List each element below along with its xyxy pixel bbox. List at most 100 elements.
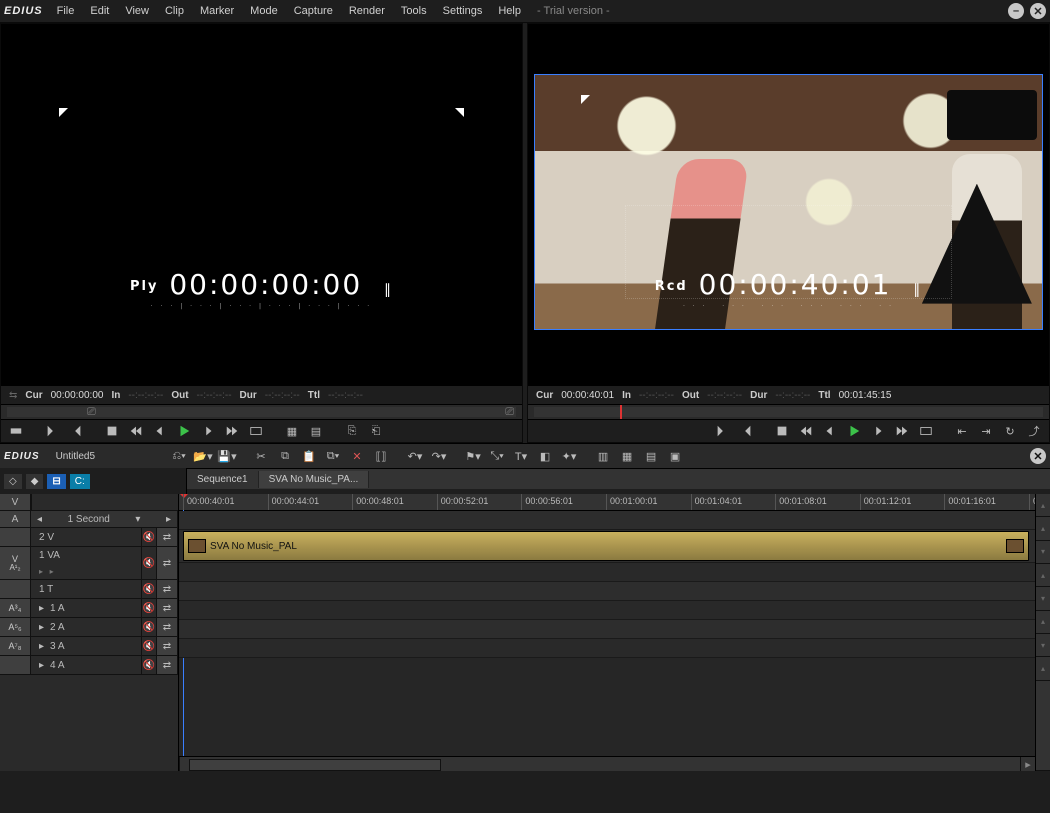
mode-trim-icon[interactable]: ◆: [26, 474, 44, 489]
mute-icon[interactable]: 🔇: [142, 637, 157, 655]
lane-expand-icon[interactable]: ▴: [1036, 517, 1050, 540]
next-frame-icon[interactable]: [199, 423, 217, 439]
play-icon[interactable]: [175, 423, 193, 439]
recorder-scrub[interactable]: [528, 404, 1049, 419]
menu-settings[interactable]: Settings: [435, 3, 491, 19]
loop-icon[interactable]: [917, 423, 935, 439]
insert-mode-icon[interactable]: [7, 423, 25, 439]
menu-file[interactable]: File: [49, 3, 83, 19]
loop-icon[interactable]: [247, 423, 265, 439]
mute-icon[interactable]: 🔇: [142, 528, 157, 546]
tab-clip[interactable]: SVA No Music_PA...: [259, 471, 370, 488]
paste-icon[interactable]: 📋: [299, 446, 319, 466]
track-header[interactable]: ▸ 4 A 🔇 ⇄: [0, 656, 178, 675]
menu-render[interactable]: Render: [341, 3, 393, 19]
layouter-icon[interactable]: ◧: [535, 446, 555, 466]
track-header[interactable]: A⁷₈ ▸ 3 A 🔇 ⇄: [0, 637, 178, 656]
scroll-left-icon[interactable]: ◂: [179, 757, 180, 771]
clip[interactable]: SVA No Music_PAL: [183, 531, 1029, 561]
track-header[interactable]: 1 T 🔇 ⇄: [0, 580, 178, 599]
player-preview[interactable]: Ply 00:00:00:00 ∥ · · · | · · · | · · · …: [1, 24, 522, 385]
prev-edit-icon[interactable]: ⇤: [953, 423, 971, 439]
toggle-icon[interactable]: ⤡▾: [487, 446, 507, 466]
zoom-patch-a[interactable]: A: [0, 511, 31, 527]
fast-forward-icon[interactable]: [893, 423, 911, 439]
set-out-icon[interactable]: [67, 423, 85, 439]
view2-icon[interactable]: ▦: [617, 446, 637, 466]
mute-icon[interactable]: 🔇: [142, 580, 157, 598]
track-swap-icon[interactable]: ⇄: [157, 580, 178, 598]
copy-icon[interactable]: ⧉: [275, 446, 295, 466]
titler-icon[interactable]: T▾: [511, 446, 531, 466]
set-in-icon[interactable]: [43, 423, 61, 439]
timeline-area[interactable]: 00:00:40:0100:00:44:0100:00:48:0100:00:5…: [179, 494, 1035, 771]
rewind-icon[interactable]: [127, 423, 145, 439]
redo-icon[interactable]: ↷▾: [429, 446, 449, 466]
time-ruler[interactable]: 00:00:40:0100:00:44:0100:00:48:0100:00:5…: [179, 494, 1035, 511]
save-icon[interactable]: 💾▾: [217, 446, 237, 466]
rewind-icon[interactable]: [797, 423, 815, 439]
zoom-select[interactable]: ◂1 Second▾▸: [31, 511, 178, 527]
close-button[interactable]: ✕: [1030, 3, 1046, 19]
track-header[interactable]: A³₄ ▸ 1 A 🔇 ⇄: [0, 599, 178, 618]
next-frame-icon[interactable]: [869, 423, 887, 439]
cut-icon[interactable]: ✂: [251, 446, 271, 466]
menu-clip[interactable]: Clip: [157, 3, 192, 19]
mute-icon[interactable]: 🔇: [142, 599, 157, 617]
track-swap-icon[interactable]: ⇄: [157, 656, 178, 674]
recorder-preview[interactable]: Rcd 00:00:40:01 ∥ · · · · · · · · · · · …: [528, 24, 1049, 385]
menu-edit[interactable]: Edit: [82, 3, 117, 19]
track-header[interactable]: VA¹₂ 1 VA ▸ ▸ 🔇 ⇄: [0, 547, 178, 580]
stop-icon[interactable]: [773, 423, 791, 439]
lane-expand-icon[interactable]: ▴: [1036, 611, 1050, 634]
effect-icon[interactable]: ✦▾: [559, 446, 579, 466]
track-lane[interactable]: [179, 563, 1035, 582]
lane-expand-icon[interactable]: ▴: [1036, 657, 1050, 680]
track-lane[interactable]: [179, 511, 1035, 530]
undo-icon[interactable]: ↶▾: [405, 446, 425, 466]
mute-icon[interactable]: 🔇: [142, 656, 157, 674]
scrub-cursor[interactable]: [620, 405, 622, 419]
menu-capture[interactable]: Capture: [286, 3, 341, 19]
fast-forward-icon[interactable]: [223, 423, 241, 439]
track-lane[interactable]: [179, 582, 1035, 601]
scroll-right-icon[interactable]: ▸: [1020, 757, 1035, 771]
player-scrub[interactable]: ⎚ ⎚: [1, 404, 522, 419]
mode-overwrite-icon[interactable]: C:: [70, 474, 90, 489]
track-lane[interactable]: [179, 620, 1035, 639]
lane-expand-icon[interactable]: ▾: [1036, 634, 1050, 657]
overlay-icon[interactable]: ▦: [283, 423, 301, 439]
menu-tools[interactable]: Tools: [393, 3, 435, 19]
overlay2-icon[interactable]: ▤: [307, 423, 325, 439]
track-swap-icon[interactable]: ⇄: [157, 599, 178, 617]
view1-icon[interactable]: ▥: [593, 446, 613, 466]
timeline-hscroll[interactable]: ◂ ▸: [179, 756, 1035, 771]
prev-frame-icon[interactable]: [821, 423, 839, 439]
menu-marker[interactable]: Marker: [192, 3, 242, 19]
view4-icon[interactable]: ▣: [665, 446, 685, 466]
play-around-icon[interactable]: ↻: [1001, 423, 1019, 439]
mode-normal-icon[interactable]: ◇: [4, 474, 22, 489]
minimize-button[interactable]: –: [1008, 3, 1024, 19]
set-out-icon[interactable]: [737, 423, 755, 439]
lane-expand-icon[interactable]: ▴: [1036, 494, 1050, 517]
track-swap-icon[interactable]: ⇄: [157, 547, 178, 579]
tab-sequence[interactable]: Sequence1: [187, 471, 259, 488]
export-icon[interactable]: ⤴: [1025, 423, 1043, 439]
play-icon[interactable]: [845, 423, 863, 439]
overwrite-timeline-icon[interactable]: ⎗: [367, 423, 385, 439]
mute-icon[interactable]: 🔇: [142, 547, 157, 579]
menu-help[interactable]: Help: [490, 3, 529, 19]
delete-icon[interactable]: ✕: [347, 446, 367, 466]
marker-icon[interactable]: ⚑▾: [463, 446, 483, 466]
track-swap-icon[interactable]: ⇄: [157, 528, 178, 546]
panel-close-button[interactable]: ✕: [1030, 448, 1046, 464]
set-in-icon[interactable]: [713, 423, 731, 439]
track-lane[interactable]: [179, 601, 1035, 620]
mode-insert-icon[interactable]: ⊟: [47, 474, 65, 489]
mute-icon[interactable]: 🔇: [142, 618, 157, 636]
lane-expand-icon[interactable]: ▴: [1036, 564, 1050, 587]
insert-timeline-icon[interactable]: ⎘: [343, 423, 361, 439]
next-edit-icon[interactable]: ⇥: [977, 423, 995, 439]
track-header[interactable]: 2 V 🔇 ⇄: [0, 528, 178, 547]
